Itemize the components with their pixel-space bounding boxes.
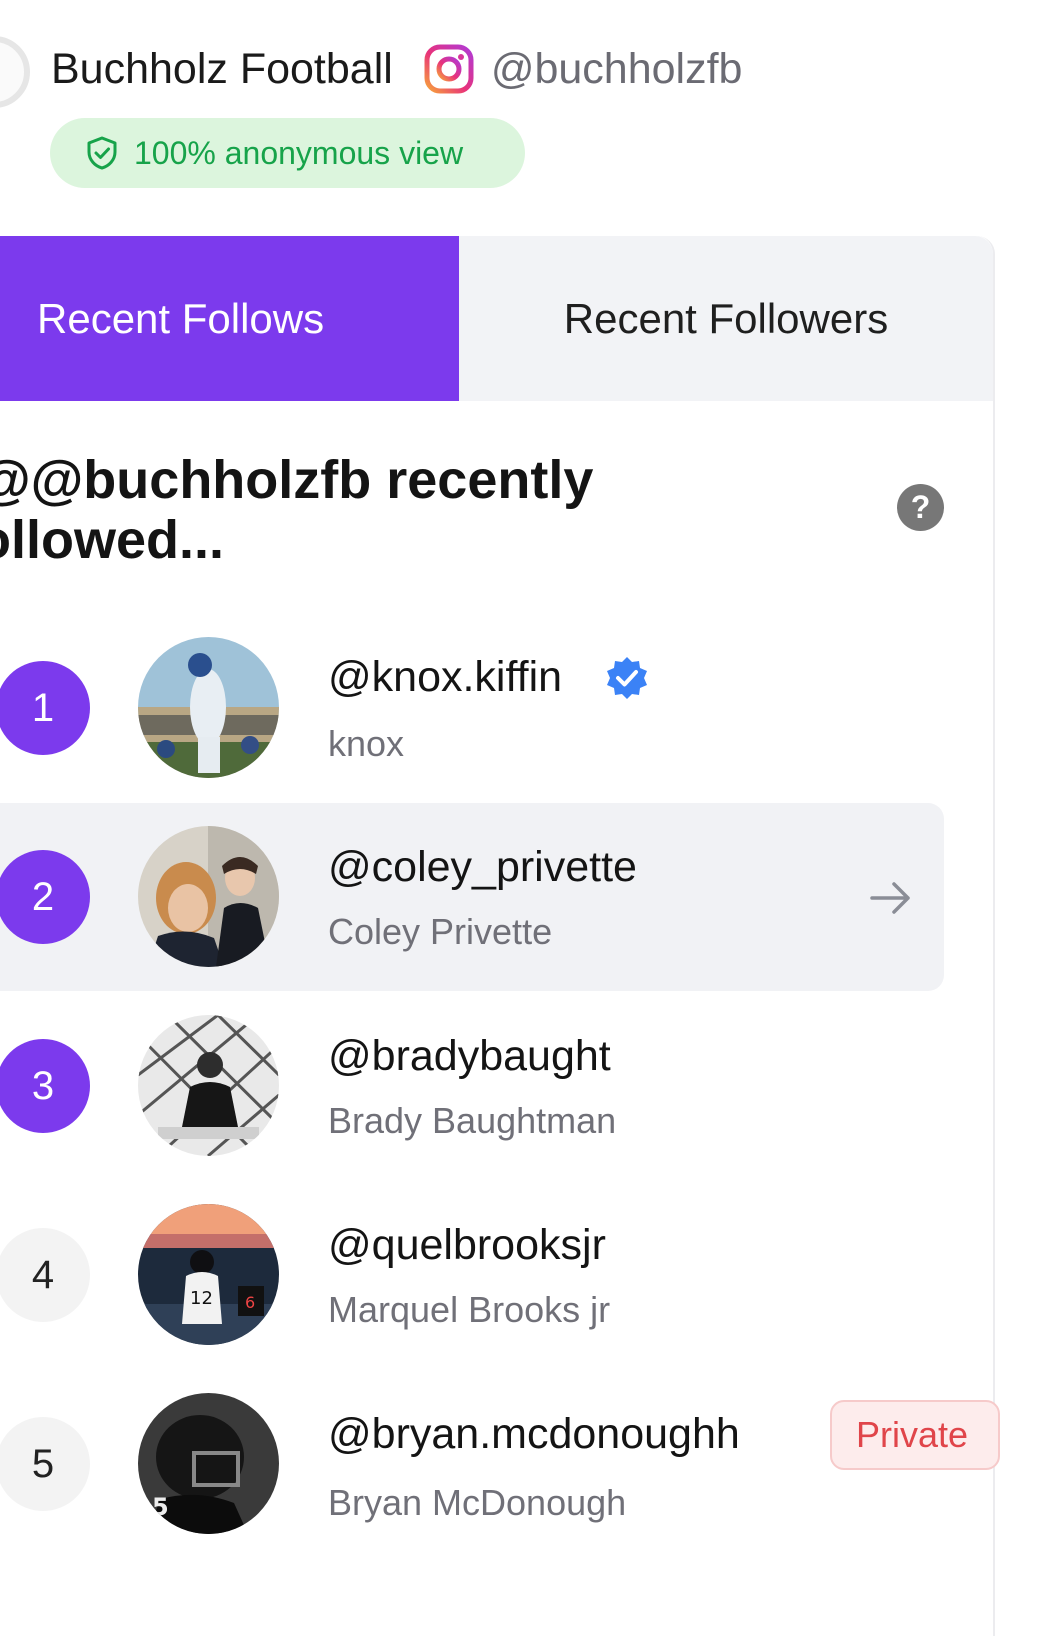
list-item[interactable]: 4 12 6 @quelbrooksjr Marquel Brooks jr xyxy=(0,1181,944,1369)
anonymous-view-badge: 100% anonymous view xyxy=(50,118,525,188)
shield-check-icon xyxy=(87,136,117,170)
username: @bryan.mcdonoughh xyxy=(328,1410,740,1458)
display-name: Brady Baughtman xyxy=(328,1100,617,1141)
arrow-right-icon[interactable] xyxy=(866,874,914,922)
rank-badge: 1 xyxy=(0,661,90,755)
rank-badge: 2 xyxy=(0,850,90,944)
profile-avatar xyxy=(0,36,30,108)
avatar: 12 6 xyxy=(138,1204,279,1345)
display-name: Bryan McDonough xyxy=(328,1482,627,1523)
account-header: Buchholz Football @buchholzfb xyxy=(51,38,742,100)
tab-bar: Recent Follows Recent Followers xyxy=(0,236,993,401)
svg-text:6: 6 xyxy=(245,1293,255,1312)
avatar xyxy=(138,826,279,967)
display-name: knox xyxy=(328,723,405,764)
anonymous-view-label: 100% anonymous view xyxy=(134,134,464,171)
tab-recent-followers[interactable]: Recent Followers xyxy=(459,236,993,401)
instagram-icon[interactable] xyxy=(423,43,475,95)
list-item[interactable]: 3 @bradybaught Brady Baughtman xyxy=(0,992,944,1180)
rank-badge: 4 xyxy=(0,1228,90,1322)
avatar xyxy=(138,1015,279,1156)
rank-badge: 3 xyxy=(0,1039,90,1133)
username: @coley_privette xyxy=(328,843,637,891)
verified-badge-icon xyxy=(607,657,647,699)
tab-recent-follows[interactable]: Recent Follows xyxy=(0,236,459,401)
section-title: @@buchholzfb recently ollowed... xyxy=(0,450,718,570)
username: @bradybaught xyxy=(328,1032,611,1080)
section-title-line-1: @@buchholzfb recently xyxy=(0,450,594,510)
account-handle[interactable]: @buchholzfb xyxy=(491,45,743,94)
list-item[interactable]: 2 @coley_privette Coley Privette xyxy=(0,803,944,991)
avatar: 5 xyxy=(138,1393,279,1534)
svg-text:12: 12 xyxy=(190,1288,213,1309)
help-icon[interactable]: ? xyxy=(897,484,944,531)
display-name: Coley Privette xyxy=(328,911,553,952)
username: @quelbrooksjr xyxy=(328,1221,606,1269)
avatar xyxy=(138,637,279,778)
display-name: Marquel Brooks jr xyxy=(328,1289,611,1330)
account-name: Buchholz Football xyxy=(51,44,393,93)
list-item[interactable]: 1 @knox.kiffin knox xyxy=(0,613,944,801)
username: @knox.kiffin xyxy=(328,653,563,701)
section-title-line-2: ollowed... xyxy=(0,510,225,570)
svg-text:5: 5 xyxy=(152,1493,169,1521)
rank-badge: 5 xyxy=(0,1417,90,1511)
list-item[interactable]: 5 5 @bryan.mcdonoughh Private Bryan McDo… xyxy=(0,1370,1000,1558)
private-badge: Private xyxy=(830,1400,1000,1470)
